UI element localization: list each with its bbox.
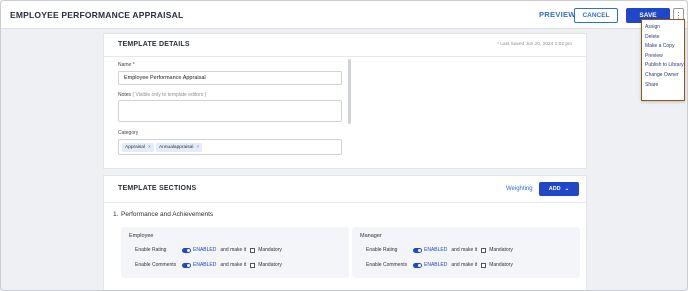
more-options-menu: Assign Delete Make a Copy Preview Publis… <box>641 19 685 101</box>
mandatory-label: Mandatory <box>258 262 282 268</box>
toggle-status: ENABLED <box>193 247 217 253</box>
row-label: Enable Comments <box>135 262 177 268</box>
template-details-title: TEMPLATE DETAILS <box>118 41 190 48</box>
page-title: EMPLOYEE PERFORMANCE APPRAISAL <box>10 10 184 20</box>
panel-title: Manager <box>360 233 382 239</box>
add-button-label: ADD <box>548 186 561 192</box>
notes-label-text: Notes <box>118 92 132 98</box>
name-input[interactable]: Employee Performance Appraisal <box>118 71 342 85</box>
row-label: Enable Comments <box>366 262 408 268</box>
comments-row: Enable Comments ENABLED and make it Mand… <box>129 261 282 269</box>
toggle-status: ENABLED <box>193 262 217 268</box>
menu-item-make-copy[interactable]: Make a Copy <box>642 42 684 52</box>
panel-title: Employee <box>129 233 154 239</box>
mandatory-label: Mandatory <box>489 262 513 268</box>
menu-item-share[interactable]: Share <box>642 81 684 91</box>
make-it-text: and make it <box>451 262 478 268</box>
menu-item-assign[interactable]: Assign <box>642 23 684 33</box>
top-bar: EMPLOYEE PERFORMANCE APPRAISAL PREVIEW C… <box>1 1 687 29</box>
row-label: Enable Rating <box>135 247 167 253</box>
category-chip-label: Annualappraisal <box>159 145 194 150</box>
preview-link[interactable]: PREVIEW <box>539 10 576 19</box>
rating-row: Enable Rating ENABLED and make it Mandat… <box>360 246 513 254</box>
menu-item-change-owner[interactable]: Change Owner <box>642 71 684 81</box>
template-details-card: TEMPLATE DETAILS * Last Saved Jun 20, 20… <box>103 33 587 169</box>
toggle-status: ENABLED <box>424 262 448 268</box>
make-it-text: and make it <box>220 262 247 268</box>
template-sections-title: TEMPLATE SECTIONS <box>118 185 197 192</box>
divider <box>104 56 586 57</box>
mandatory-checkbox[interactable] <box>481 247 487 253</box>
notes-hint: ( Visible only to template editors ) <box>132 92 207 98</box>
section-number: 1. <box>113 211 119 218</box>
category-label: Category <box>118 130 139 136</box>
name-label: Name * <box>118 62 135 68</box>
category-chip: Appraisal × <box>122 143 154 152</box>
mandatory-checkbox[interactable] <box>250 247 256 253</box>
category-chip: Annualappraisal × <box>156 143 203 152</box>
toggle-status: ENABLED <box>424 247 448 253</box>
content-scrollbar[interactable] <box>348 59 351 124</box>
row-label: Enable Rating <box>366 247 398 253</box>
employee-panel: Employee Enable Rating ENABLED and make … <box>121 227 349 278</box>
last-saved-text: * Last Saved Jun 20, 2024 1:02 pm <box>497 42 572 47</box>
mandatory-checkbox[interactable] <box>481 262 487 268</box>
comments-row: Enable Comments ENABLED and make it Mand… <box>360 261 513 269</box>
enable-rating-toggle[interactable] <box>182 247 191 253</box>
add-button[interactable]: ADD ⌄ <box>539 182 579 196</box>
enable-comments-toggle[interactable] <box>182 262 191 268</box>
category-chip-label: Appraisal <box>125 145 145 150</box>
make-it-text: and make it <box>220 247 247 253</box>
app-window: EMPLOYEE PERFORMANCE APPRAISAL PREVIEW C… <box>0 0 688 291</box>
make-it-text: and make it <box>451 247 478 253</box>
notes-textarea[interactable] <box>118 100 342 122</box>
section-title: Performance and Achievements <box>121 211 214 218</box>
name-input-value: Employee Performance Appraisal <box>124 75 206 81</box>
mandatory-label: Mandatory <box>258 247 282 253</box>
notes-label: Notes ( Visible only to template editors… <box>118 92 206 98</box>
enable-comments-toggle[interactable] <box>413 262 422 268</box>
chip-remove-icon[interactable]: × <box>148 145 151 150</box>
menu-item-delete[interactable]: Delete <box>642 33 684 43</box>
enable-rating-toggle[interactable] <box>413 247 422 253</box>
divider <box>104 202 586 203</box>
chevron-down-icon: ⌄ <box>564 186 570 192</box>
template-sections-card: TEMPLATE SECTIONS Weighting ADD ⌄ 1. Per… <box>103 175 587 290</box>
rating-row: Enable Rating ENABLED and make it Mandat… <box>129 246 282 254</box>
category-select[interactable]: Appraisal × Annualappraisal × <box>118 139 342 155</box>
menu-item-publish[interactable]: Publish to Library <box>642 61 684 71</box>
menu-item-preview[interactable]: Preview <box>642 52 684 62</box>
weighting-link[interactable]: Weighting <box>506 186 533 192</box>
mandatory-checkbox[interactable] <box>250 262 256 268</box>
cancel-button[interactable]: CANCEL <box>574 8 618 23</box>
manager-panel: Manager Enable Rating ENABLED and make i… <box>352 227 580 278</box>
chip-remove-icon[interactable]: × <box>196 145 199 150</box>
mandatory-label: Mandatory <box>489 247 513 253</box>
